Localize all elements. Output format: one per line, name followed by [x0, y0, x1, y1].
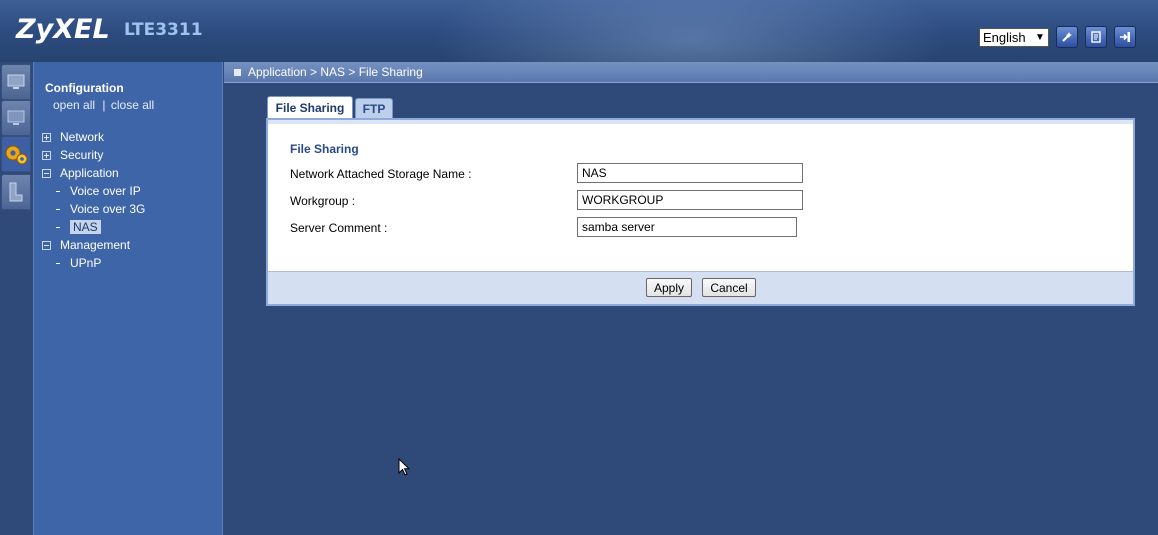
logout-icon[interactable]	[1114, 26, 1136, 48]
tab-ftp[interactable]: FTP	[355, 98, 393, 118]
panel-top-strip	[268, 120, 1133, 124]
expand-icon[interactable]	[42, 150, 51, 160]
separator: |	[102, 98, 106, 112]
chevron-down-icon: ▼	[1035, 32, 1045, 43]
sidebar-item-management[interactable]: Management	[42, 238, 130, 252]
collapse-icon[interactable]	[42, 240, 51, 250]
sidebar-item-network[interactable]: Network	[42, 130, 104, 144]
bullet-icon	[56, 262, 60, 264]
sidebar: Configuration open all | close all Netwo…	[33, 62, 223, 535]
nas-name-label: Network Attached Storage Name :	[290, 167, 472, 181]
language-value: English	[983, 30, 1026, 45]
sidebar-item-label: Security	[60, 148, 104, 162]
close-all-link[interactable]: close all	[111, 98, 154, 112]
sidebar-item-nas[interactable]: NAS	[56, 220, 101, 234]
open-close-links: open all | close all	[53, 98, 154, 112]
breadcrumb: Application > NAS > File Sharing	[224, 62, 1158, 83]
server-comment-input[interactable]: samba server	[577, 217, 797, 237]
panel-footer: Apply Cancel	[268, 271, 1133, 304]
breadcrumb-square-icon	[234, 68, 241, 76]
sidebar-item-voice-over-ip[interactable]: Voice over IP	[56, 184, 141, 198]
breadcrumb-text: Application > NAS > File Sharing	[248, 65, 423, 79]
log-icon[interactable]	[1085, 26, 1107, 48]
sidebar-item-label: UPnP	[70, 256, 102, 270]
model-name: LTE3311	[124, 20, 203, 40]
sidebar-item-label: Voice over IP	[70, 184, 141, 198]
bullet-icon	[56, 190, 60, 192]
header-bar: ZyXEL LTE3311 English ▼	[0, 0, 1158, 62]
main-content: File Sharing FTP File Sharing Network At…	[224, 83, 1158, 535]
bullet-icon	[56, 226, 60, 228]
server-comment-label: Server Comment :	[290, 221, 388, 235]
expand-icon[interactable]	[42, 132, 51, 142]
sidebar-item-security[interactable]: Security	[42, 148, 103, 162]
tab-file-sharing[interactable]: File Sharing	[267, 96, 353, 119]
workgroup-label: Workgroup :	[290, 194, 356, 208]
bullet-icon	[56, 208, 60, 210]
sidebar-item-upnp[interactable]: UPnP	[56, 256, 101, 270]
mouse-cursor-icon	[398, 458, 410, 476]
configuration-gears-icon[interactable]	[1, 136, 31, 172]
sidebar-item-application[interactable]: Application	[42, 166, 119, 180]
workgroup-input[interactable]: WORKGROUP	[577, 190, 803, 210]
section-title: File Sharing	[290, 142, 359, 156]
menu-icon-strip	[0, 62, 33, 535]
zyxel-logo: ZyXEL	[16, 14, 110, 45]
system-monitor-icon[interactable]	[1, 100, 31, 136]
status-monitor-icon[interactable]	[1, 64, 31, 100]
collapse-icon[interactable]	[42, 168, 51, 178]
sidebar-item-label: Application	[60, 166, 119, 180]
sidebar-item-label: Management	[60, 238, 131, 252]
sidebar-item-label: Network	[60, 130, 105, 144]
cancel-button[interactable]: Cancel	[702, 278, 756, 297]
sidebar-item-label: NAS	[70, 220, 101, 234]
file-sharing-panel: File Sharing Network Attached Storage Na…	[266, 118, 1135, 306]
nas-name-input[interactable]: NAS	[577, 163, 803, 183]
apply-button[interactable]: Apply	[646, 278, 692, 297]
sidebar-item-voice-over-3g[interactable]: Voice over 3G	[56, 202, 145, 216]
open-all-link[interactable]: open all	[53, 98, 95, 112]
wizard-icon[interactable]	[1056, 26, 1078, 48]
sidebar-item-label: Voice over 3G	[70, 202, 146, 216]
sidebar-title: Configuration	[45, 81, 124, 95]
language-select[interactable]: English ▼	[979, 28, 1049, 47]
maintenance-icon[interactable]	[1, 174, 31, 210]
